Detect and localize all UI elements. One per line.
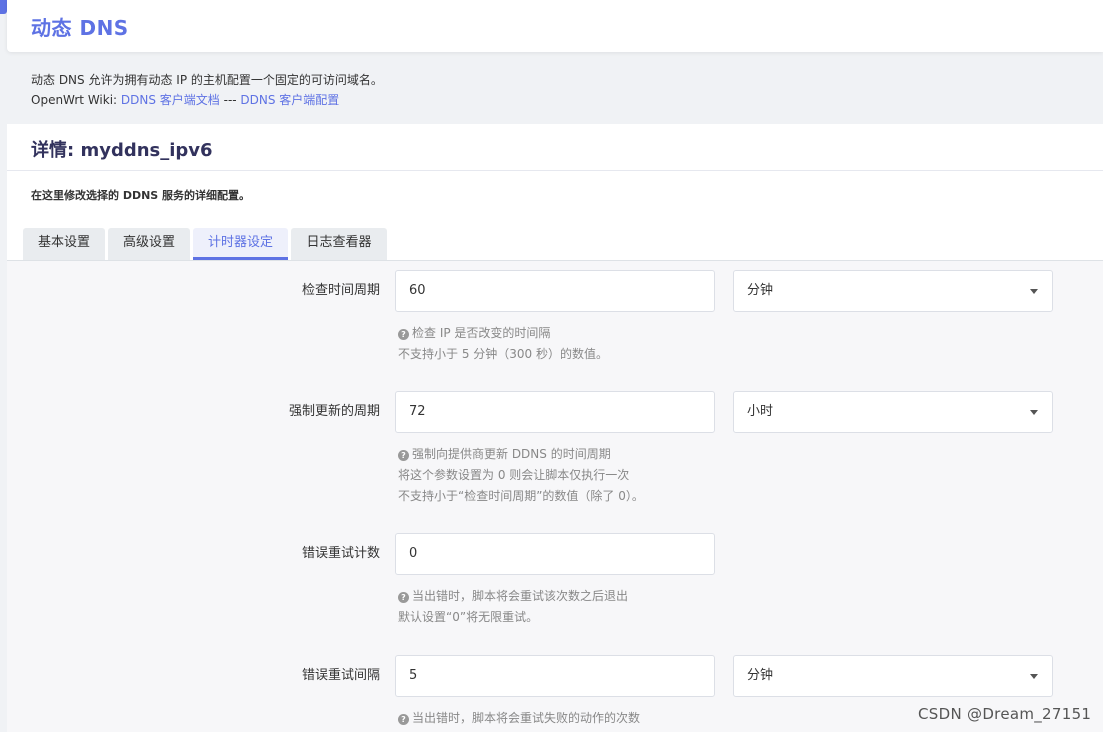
- select-value: 分钟: [747, 668, 774, 683]
- details-title: 详情: myddns_ipv6: [31, 140, 213, 161]
- field-help: ? 当出错时，脚本将会重试失败的动作的次数: [398, 708, 640, 729]
- tab-basic-settings[interactable]: 基本设置: [23, 228, 105, 260]
- accent-bar: [0, 0, 7, 14]
- wiki-prefix: OpenWrt Wiki:: [31, 93, 121, 107]
- help-line: 将这个参数设置为 0 则会让脚本仅执行一次: [398, 468, 630, 482]
- field-label: 强制更新的周期: [288, 404, 380, 419]
- watermark: CSDN @Dream_27151: [918, 705, 1092, 723]
- page-title: 动态 DNS: [31, 16, 129, 40]
- help-icon: ?: [398, 450, 409, 461]
- field-help: ? 强制向提供商更新 DDNS 的时间周期 将这个参数设置为 0 则会让脚本仅执行…: [398, 444, 644, 507]
- chevron-down-icon: [1030, 674, 1038, 679]
- details-card: 详情: myddns_ipv6 在这里修改选择的 DDNS 服务的详细配置。 基…: [7, 124, 1103, 732]
- tab-timer-settings[interactable]: 计时器设定: [193, 228, 288, 260]
- wiki-links: OpenWrt Wiki: DDNS 客户端文档 --- DDNS 客户端配置: [31, 90, 383, 110]
- chevron-down-icon: [1030, 289, 1038, 294]
- help-icon: ?: [398, 714, 409, 725]
- help-icon: ?: [398, 592, 409, 603]
- select-value: 小时: [747, 404, 774, 419]
- timer-settings-form: 检查时间周期 60 分钟 ? 检查 IP 是否改变的时间隔 不支持小于 5 分钟（…: [7, 261, 1103, 732]
- retry-interval-input[interactable]: 5: [395, 655, 715, 697]
- force-update-input[interactable]: 72: [395, 391, 715, 433]
- retry-count-input[interactable]: 0: [395, 533, 715, 575]
- field-label: 错误重试间隔: [301, 668, 380, 683]
- link-separator: ---: [219, 93, 241, 107]
- page-description: 动态 DNS 允许为拥有动态 IP 的主机配置一个固定的可访问域名。 OpenW…: [31, 70, 383, 110]
- check-interval-unit-select[interactable]: 分钟: [733, 270, 1053, 312]
- help-icon: ?: [398, 329, 409, 340]
- header-card: 动态 DNS: [7, 0, 1103, 52]
- chevron-down-icon: [1030, 410, 1038, 415]
- help-line: ? 当出错时，脚本将会重试失败的动作的次数: [398, 708, 640, 729]
- help-line: 不支持小于 5 分钟（300 秒）的数值。: [398, 347, 608, 361]
- card-divider: [7, 170, 1103, 171]
- help-line: ? 强制向提供商更新 DDNS 的时间周期: [398, 444, 644, 465]
- details-description: 在这里修改选择的 DDNS 服务的详细配置。: [31, 189, 251, 202]
- ddns-docs-link[interactable]: DDNS 客户端文档: [121, 93, 220, 107]
- tab-advanced-settings[interactable]: 高级设置: [108, 228, 190, 260]
- help-line: 不支持小于“检查时间周期”的数值（除了 0）。: [398, 489, 644, 503]
- force-update-unit-select[interactable]: 小时: [733, 391, 1053, 433]
- help-line: 默认设置“0”将无限重试。: [398, 610, 539, 624]
- check-interval-input[interactable]: 60: [395, 270, 715, 312]
- tab-log-viewer[interactable]: 日志查看器: [291, 228, 387, 260]
- help-line: ? 当出错时，脚本将会重试该次数之后退出: [398, 586, 628, 607]
- retry-interval-unit-select[interactable]: 分钟: [733, 655, 1053, 697]
- field-label: 检查时间周期: [301, 283, 380, 298]
- field-label: 错误重试计数: [301, 546, 380, 561]
- help-line: ? 检查 IP 是否改变的时间隔: [398, 323, 608, 344]
- description-line: 动态 DNS 允许为拥有动态 IP 的主机配置一个固定的可访问域名。: [31, 73, 383, 87]
- field-help: ? 当出错时，脚本将会重试该次数之后退出 默认设置“0”将无限重试。: [398, 586, 628, 628]
- select-value: 分钟: [747, 283, 774, 298]
- field-help: ? 检查 IP 是否改变的时间隔 不支持小于 5 分钟（300 秒）的数值。: [398, 323, 608, 365]
- ddns-config-link[interactable]: DDNS 客户端配置: [240, 93, 339, 107]
